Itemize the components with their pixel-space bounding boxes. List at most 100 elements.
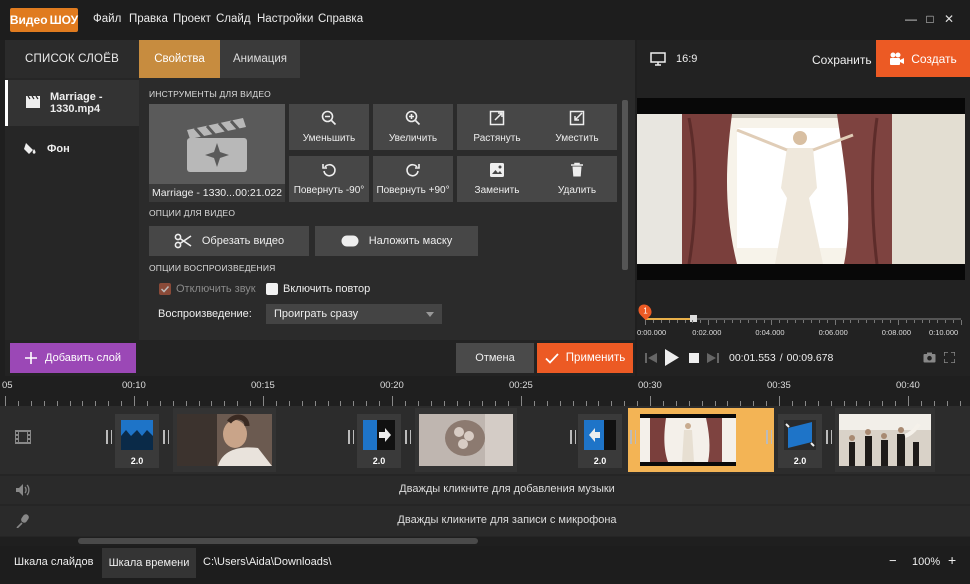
loop-checkbox[interactable]: Включить повтор xyxy=(266,283,370,295)
stretch-button[interactable]: Растянуть xyxy=(457,104,537,150)
transition-block[interactable]: 2.0 xyxy=(778,414,822,468)
ruler-minor-tick xyxy=(842,320,844,323)
rotate-right-button[interactable]: Повернуть +90° xyxy=(373,156,453,202)
transport-bar: 00:01.553 / 00:09.678 xyxy=(637,342,970,374)
tab-properties[interactable]: Свойства xyxy=(139,40,220,84)
create-button[interactable]: Создать xyxy=(876,40,970,77)
menu-settings[interactable]: Настройки xyxy=(257,13,313,25)
delete-button[interactable]: Удалить xyxy=(537,156,617,202)
scissors-icon xyxy=(174,233,192,249)
menu-file[interactable]: Файл xyxy=(93,13,121,25)
layer-item-background[interactable]: Фон xyxy=(5,126,139,172)
playback-select[interactable]: Проиграть сразу xyxy=(266,304,442,324)
bride-window-thumbnail xyxy=(640,414,736,466)
slide-clip[interactable] xyxy=(835,408,935,472)
save-button[interactable]: Сохранить xyxy=(812,53,872,67)
timeline-tick-label: 00:40 xyxy=(896,380,920,391)
tab-animation[interactable]: Анимация xyxy=(220,40,300,78)
transition-block[interactable]: 2.0 xyxy=(115,414,159,468)
replace-button[interactable]: Заменить xyxy=(457,156,537,202)
video-camera-icon xyxy=(890,52,905,65)
ruler-minor-tick xyxy=(866,320,868,323)
transition-block[interactable]: 2.0 xyxy=(357,414,401,468)
zoom-in-button[interactable]: Увеличить xyxy=(373,104,453,150)
menu-help[interactable]: Справка xyxy=(318,13,363,25)
aspect-ratio-button[interactable]: 16:9 xyxy=(650,52,697,66)
logo-text: Видео xyxy=(9,13,48,27)
timeline-ruler[interactable]: 05 00:10 00:15 00:20 00:25 00:30 00:35 00:40 xyxy=(0,376,970,406)
crop-video-button[interactable]: Обрезать видео xyxy=(149,226,309,256)
snapshot-icon[interactable] xyxy=(923,352,936,363)
ruler-minor-tick xyxy=(668,320,670,323)
preview-ruler[interactable]: 1 0:00.000 0:02.000 0:04.000 0:06.000 0:08.0… xyxy=(635,301,965,340)
slide-clip-selected[interactable] xyxy=(628,408,774,472)
ruler-minor-tick xyxy=(953,320,955,323)
previous-icon[interactable] xyxy=(645,353,657,363)
ruler-minor-tick xyxy=(763,320,765,323)
transition-block[interactable]: 2.0 xyxy=(578,414,622,468)
slide-clip[interactable] xyxy=(173,408,276,472)
add-layer-button[interactable]: Добавить слой xyxy=(10,343,136,373)
video-preview xyxy=(637,98,965,280)
stop-icon[interactable] xyxy=(689,353,699,363)
aspect-ratio-label: 16:9 xyxy=(676,53,698,65)
trim-handle[interactable] xyxy=(106,430,112,444)
trim-handle[interactable] xyxy=(163,430,169,444)
zoom-out-button[interactable]: − xyxy=(889,553,897,568)
timeline-minor-tick xyxy=(134,396,135,406)
layer-item-video[interactable]: Marriage - 1330.mp4 xyxy=(5,80,139,126)
zoom-out-button[interactable]: Уменьшить xyxy=(289,104,369,150)
menu-slide[interactable]: Слайд xyxy=(216,13,251,25)
rotate-left-label: Повернуть -90° xyxy=(293,185,365,196)
trim-handle[interactable] xyxy=(630,430,636,444)
cancel-button[interactable]: Отмена xyxy=(456,343,534,373)
properties-scrollbar[interactable] xyxy=(622,100,628,330)
ruler-minor-tick xyxy=(787,320,789,323)
ruler-tick-label: 0:06.000 xyxy=(818,328,848,337)
fit-button[interactable]: Уместить xyxy=(537,104,617,150)
timeline-scrollbar[interactable] xyxy=(0,537,970,546)
mute-checkbox[interactable]: Отключить звук xyxy=(159,283,256,295)
loop-label: Включить повтор xyxy=(283,283,371,295)
fullscreen-icon[interactable] xyxy=(944,352,955,363)
transition-duration: 2.0 xyxy=(130,456,144,466)
apply-mask-button[interactable]: Наложить маску xyxy=(315,226,478,256)
scrollbar-thumb[interactable] xyxy=(622,100,628,270)
next-icon[interactable] xyxy=(707,353,719,363)
play-icon[interactable] xyxy=(665,349,679,366)
trim-handle[interactable] xyxy=(766,430,772,444)
apply-button[interactable]: Применить xyxy=(537,343,633,373)
ruler-minor-tick xyxy=(850,320,852,323)
zoom-in-button[interactable]: + xyxy=(948,552,956,568)
layer-label: Фон xyxy=(47,143,70,155)
minimize-button[interactable]: — xyxy=(903,10,919,28)
scrollbar-thumb[interactable] xyxy=(78,538,478,544)
rotate-left-button[interactable]: Повернуть -90° xyxy=(289,156,369,202)
trim-handle[interactable] xyxy=(348,430,354,444)
ruler-minor-tick xyxy=(810,320,812,323)
maximize-button[interactable]: □ xyxy=(922,10,938,28)
thumbnail-name: Marriage - 1330... xyxy=(152,187,235,199)
close-button[interactable]: ✕ xyxy=(941,10,957,28)
tab-slide-strip[interactable]: Шкала слайдов xyxy=(14,556,93,568)
apply-label: Применить xyxy=(565,352,626,364)
delete-label: Удалить xyxy=(557,185,597,196)
timeline-minor-tick xyxy=(263,396,264,406)
bride-hair-thumbnail xyxy=(415,408,517,472)
app-logo: Видео ШОУ xyxy=(10,8,78,32)
trim-handle[interactable] xyxy=(405,430,411,444)
timeline-minor-tick xyxy=(392,396,393,406)
monitor-icon xyxy=(650,52,666,66)
time-display: 00:01.553 / 00:09.678 xyxy=(729,352,833,364)
video-options-label: ОПЦИИ ДЛЯ ВИДЕО xyxy=(149,208,236,218)
music-track[interactable]: Дважды кликните для добавления музыки xyxy=(0,476,970,504)
trim-handle[interactable] xyxy=(826,430,832,444)
ruler-minor-tick xyxy=(724,320,725,323)
microphone-track[interactable]: Дважды кликните для записи с микрофона xyxy=(0,506,970,536)
menu-edit[interactable]: Правка xyxy=(129,13,168,25)
tab-timeline[interactable]: Шкала времени xyxy=(102,548,196,578)
slide-clip[interactable] xyxy=(415,408,517,472)
trim-handle[interactable] xyxy=(570,430,576,444)
ruler-minor-tick xyxy=(708,320,710,325)
menu-project[interactable]: Проект xyxy=(173,13,211,25)
